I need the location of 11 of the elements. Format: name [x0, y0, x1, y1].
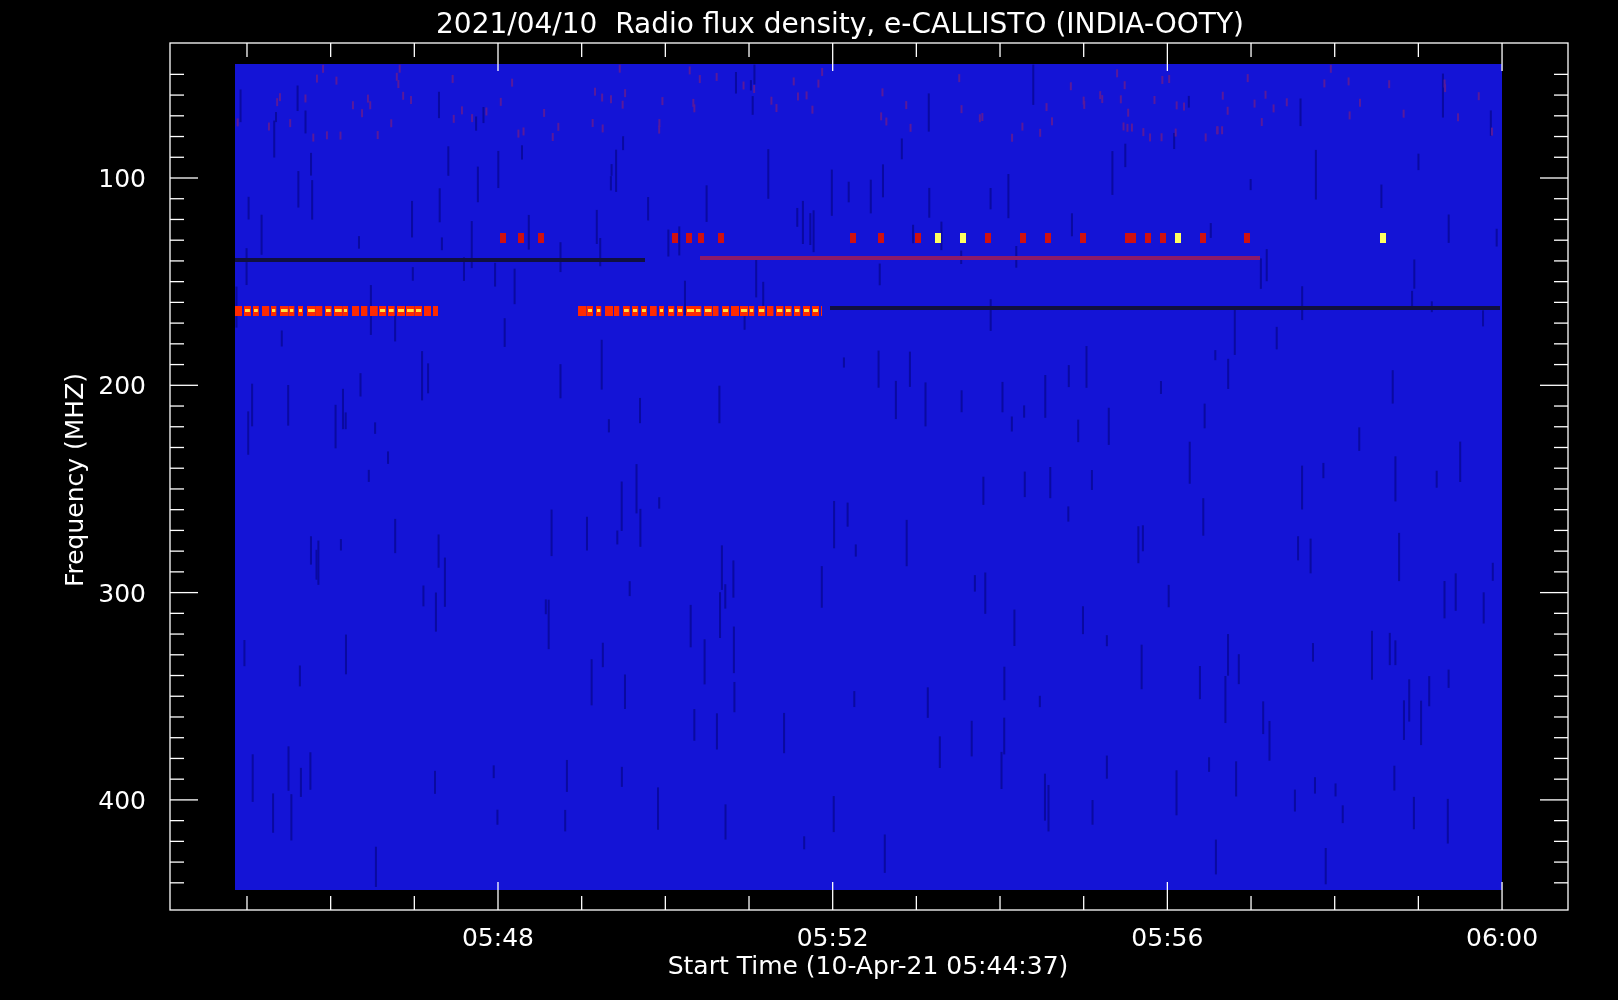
- x-axis-label: Start Time (10-Apr-21 05:44:37): [667, 951, 1069, 980]
- y-tick-label: 400: [98, 785, 146, 815]
- y-tick-label: 100: [98, 164, 146, 193]
- plot-title: 2021/04/10 Radio flux density, e-CALLISTO (INDIA-OOTY): [436, 7, 1244, 40]
- y-tick-label: 300: [98, 578, 146, 608]
- x-tick-label: 05:52: [796, 923, 869, 952]
- y-axis-label: Frequency (MHZ): [60, 372, 89, 588]
- x-tick-label: 05:56: [1131, 923, 1204, 952]
- x-tick-label: 05:48: [462, 923, 534, 952]
- y-tick-label: 200: [98, 371, 146, 401]
- x-tick-label: 06:00: [1466, 923, 1539, 952]
